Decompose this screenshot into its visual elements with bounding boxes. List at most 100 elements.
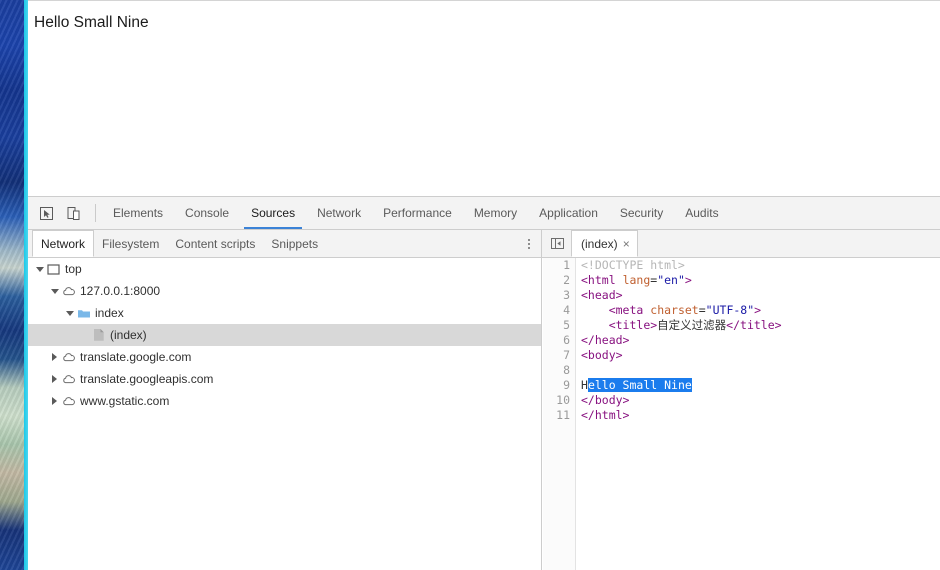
desktop-wallpaper: [0, 0, 24, 570]
page-heading: Hello Small Nine: [34, 14, 149, 31]
code-token: <body>: [581, 348, 623, 362]
code-line[interactable]: </head>: [577, 333, 940, 348]
chevron-right-icon[interactable]: [49, 353, 60, 361]
code-line[interactable]: <html lang="en">: [577, 273, 940, 288]
subtab-filesystem[interactable]: Filesystem: [94, 230, 167, 257]
editor-tabstrip: (index) ×: [543, 230, 940, 257]
editor-pane: 1 2 3 4 5 6 7 8 9 10 11 <!DOCTYPE html> <html lang=…: [543, 258, 940, 570]
tab-security[interactable]: Security: [609, 197, 674, 229]
tab-console-label: Console: [185, 206, 230, 220]
line-number: 3: [563, 288, 570, 302]
tab-elements[interactable]: Elements: [102, 197, 174, 229]
tab-audits-label: Audits: [685, 206, 719, 220]
kebab-dot-1: [528, 238, 530, 241]
cloud-icon: [60, 395, 77, 408]
code-line[interactable]: </html>: [577, 408, 940, 423]
toolbar-divider: [95, 204, 96, 222]
chevron-down-icon[interactable]: [64, 310, 75, 316]
file-tree: top 127.0.0.1:8000 index (index) translate.g…: [28, 258, 541, 412]
code-line[interactable]: </body>: [577, 393, 940, 408]
code-token: lang: [622, 273, 651, 287]
tab-application[interactable]: Application: [528, 197, 609, 229]
code-line[interactable]: <title>自定义过滤器</title>: [577, 318, 940, 333]
tab-network[interactable]: Network: [306, 197, 372, 229]
code-token: <title>: [608, 318, 658, 332]
tree-row[interactable]: translate.google.com: [28, 346, 541, 368]
kebab-dot-2: [528, 242, 530, 245]
tab-sources[interactable]: Sources: [240, 197, 306, 229]
code-token: 自定义过滤器: [657, 318, 727, 332]
chevron-down-icon[interactable]: [34, 266, 45, 272]
tree-row-label: (index): [110, 328, 147, 342]
code-token: <!DOCTYPE html>: [581, 258, 685, 272]
file-tab-index[interactable]: (index) ×: [571, 230, 638, 257]
kebab-dot-3: [528, 246, 530, 249]
code-token: >: [684, 273, 692, 287]
tree-row[interactable]: index: [28, 302, 541, 324]
tab-audits[interactable]: Audits: [674, 197, 729, 229]
code-token: "UTF-8": [705, 303, 755, 317]
browser-window: Hello Small Nine Elements Console Source…: [28, 0, 940, 570]
code-token: >: [754, 303, 762, 317]
code-line[interactable]: [577, 363, 940, 378]
code-token: </head>: [581, 333, 630, 347]
subtab-snippets[interactable]: Snippets: [263, 230, 326, 257]
line-number: 11: [556, 408, 570, 422]
cloud-icon: [60, 351, 77, 364]
tree-row-label: translate.googleapis.com: [80, 372, 214, 386]
line-number: 6: [563, 333, 570, 347]
editor-code-area[interactable]: <!DOCTYPE html> <html lang="en"> <head> <m…: [577, 258, 940, 570]
devtools-toolbar: Elements Console Sources Network Perform…: [28, 197, 940, 230]
tree-row-label: index: [95, 306, 124, 320]
code-line[interactable]: <body>: [577, 348, 940, 363]
tree-row-label: 127.0.0.1:8000: [80, 284, 161, 298]
frame-icon: [45, 263, 62, 276]
chevron-down-icon[interactable]: [49, 288, 60, 294]
tree-row[interactable]: 127.0.0.1:8000: [28, 280, 541, 302]
tree-row-label: www.gstatic.com: [80, 394, 170, 408]
code-line[interactable]: <!DOCTYPE html>: [577, 258, 940, 273]
code-line[interactable]: <head>: [577, 288, 940, 303]
code-line[interactable]: Hello Small Nine: [577, 378, 940, 393]
tab-security-label: Security: [619, 206, 664, 220]
cloud-icon: [60, 285, 77, 298]
code-line[interactable]: <meta charset="UTF-8">: [577, 303, 940, 318]
subtab-network[interactable]: Network: [32, 230, 95, 257]
code-token: H: [581, 378, 588, 392]
devtools-body: top 127.0.0.1:8000 index (index) translate.g…: [28, 258, 940, 570]
code-token: </body>: [581, 393, 630, 407]
device-toolbar-icon[interactable]: [60, 197, 87, 229]
line-number: 9: [563, 378, 570, 392]
kebab-menu-icon[interactable]: [518, 230, 540, 257]
line-number: 2: [563, 273, 570, 287]
chevron-right-icon[interactable]: [49, 375, 60, 383]
devtools-panel: Elements Console Sources Network Perform…: [28, 196, 940, 570]
subtab-content-scripts[interactable]: Content scripts: [167, 230, 263, 257]
show-navigator-icon[interactable]: [543, 230, 571, 257]
tab-performance-label: Performance: [383, 206, 452, 220]
code-token: <html: [581, 273, 616, 287]
subtab-content-scripts-label: Content scripts: [175, 236, 256, 251]
tab-console[interactable]: Console: [174, 197, 240, 229]
tab-memory[interactable]: Memory: [463, 197, 528, 229]
tree-row[interactable]: (index): [28, 324, 541, 346]
line-number: 4: [563, 303, 570, 317]
inspect-cursor-icon[interactable]: [33, 197, 60, 229]
tree-row[interactable]: www.gstatic.com: [28, 390, 541, 412]
tree-row-label: translate.google.com: [80, 350, 192, 364]
line-number: 10: [556, 393, 570, 407]
document-icon: [90, 328, 107, 342]
devtools-subtoolbar: Network Filesystem Content scripts Snipp…: [28, 230, 940, 258]
tab-performance[interactable]: Performance: [372, 197, 463, 229]
subtab-filesystem-label: Filesystem: [102, 236, 160, 251]
page-viewport: Hello Small Nine: [28, 0, 940, 196]
tree-row[interactable]: top: [28, 258, 541, 280]
tree-row[interactable]: translate.googleapis.com: [28, 368, 541, 390]
editor-line-number-gutter: 1 2 3 4 5 6 7 8 9 10 11: [543, 258, 576, 570]
file-tab-label: (index): [581, 236, 618, 251]
chevron-right-icon[interactable]: [49, 397, 60, 405]
close-icon[interactable]: ×: [623, 238, 630, 250]
